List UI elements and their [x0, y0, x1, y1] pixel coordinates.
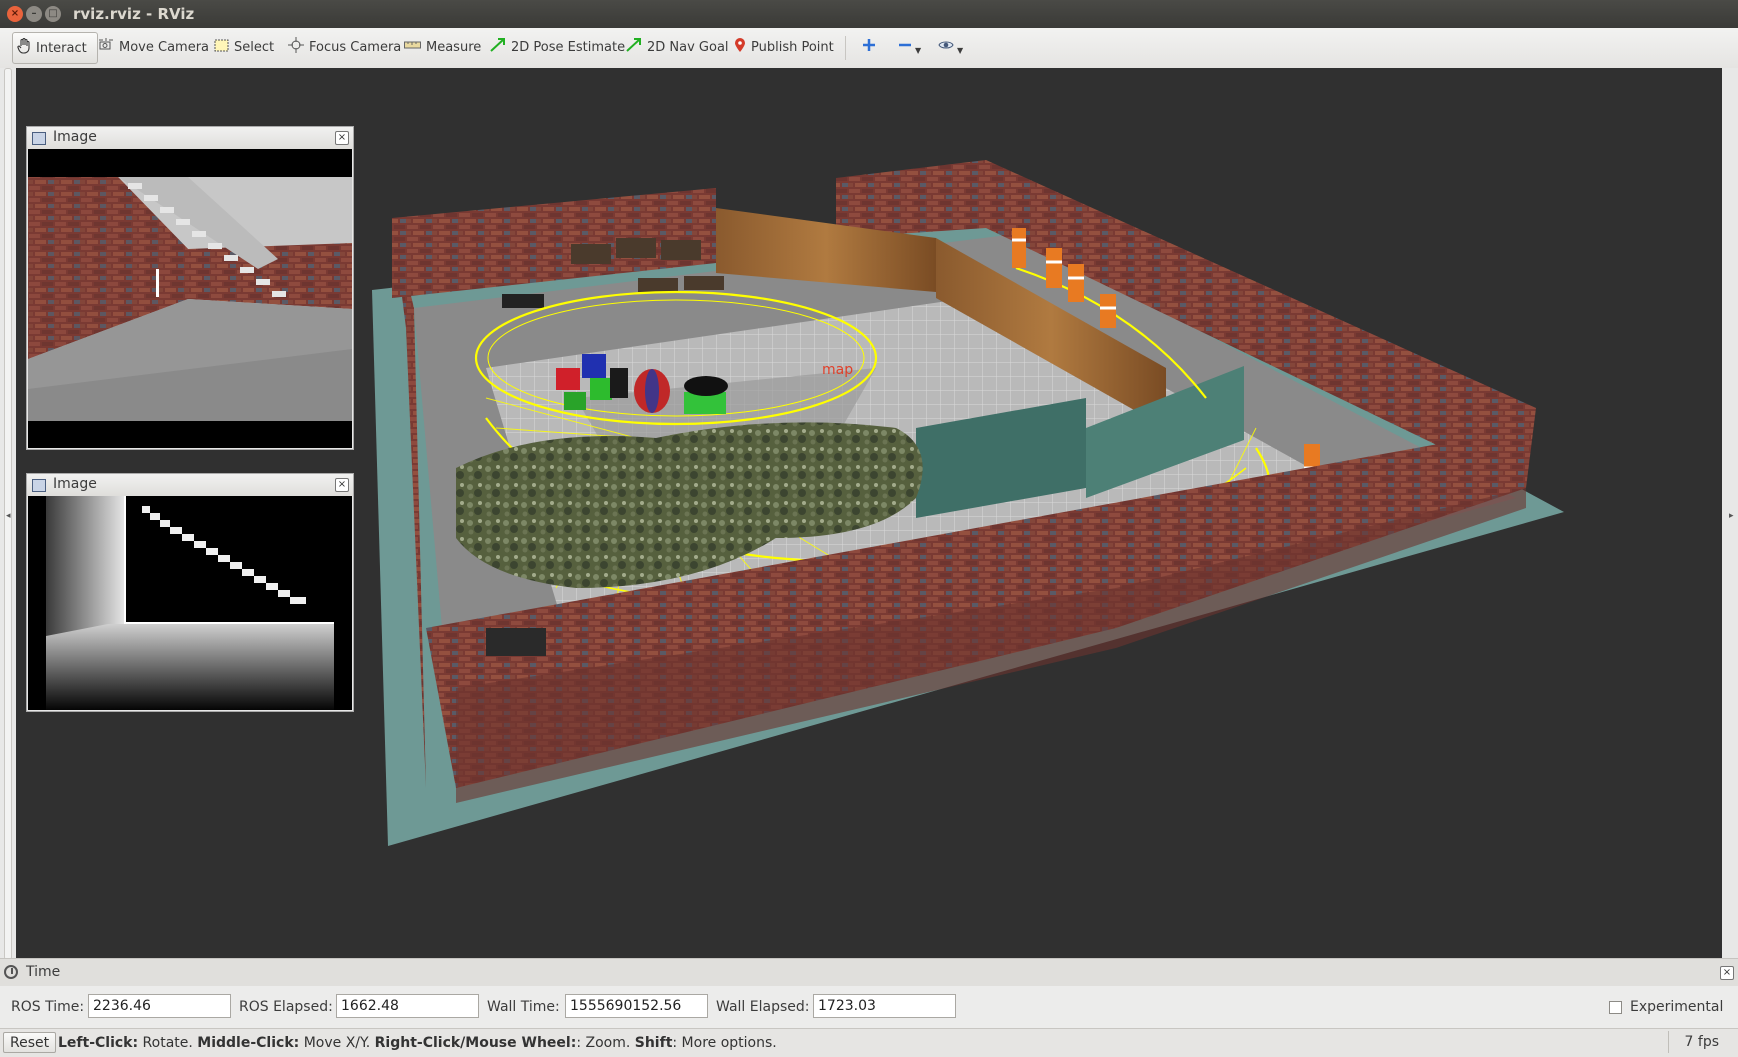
wall-elapsed-label: Wall Elapsed: — [716, 999, 810, 1015]
ros-elapsed-field[interactable] — [336, 994, 479, 1018]
move-camera-icon — [98, 38, 114, 56]
interact-label: Interact — [36, 40, 87, 56]
experimental-checkbox[interactable] — [1609, 1001, 1622, 1014]
status-bar: Reset Left-Click: Rotate. Middle-Click: … — [0, 1028, 1738, 1057]
image-panel-titlebar[interactable]: Image × — [27, 127, 353, 149]
2d-pose-estimate-label: 2D Pose Estimate — [511, 39, 626, 55]
green-arrow-icon — [490, 38, 506, 56]
minus-icon — [898, 38, 912, 56]
map-pin-icon — [734, 37, 746, 57]
dark-vent — [486, 628, 546, 656]
3d-render-viewport[interactable]: map Image × Image × — [16, 68, 1722, 958]
measure-tool-button[interactable]: Measure — [404, 34, 481, 60]
ruler-icon — [404, 40, 421, 54]
publish-point-label: Publish Point — [751, 39, 834, 55]
image-panel-title: Image — [53, 129, 97, 145]
remove-tool-button[interactable]: ▼ — [898, 34, 921, 60]
time-panel-header: Time × — [0, 958, 1738, 987]
left-dock-splitter[interactable]: ◂ — [0, 68, 16, 960]
green-robot — [684, 376, 728, 414]
move-camera-tool-button[interactable]: Move Camera — [98, 34, 209, 60]
rgb-camera-view — [28, 149, 352, 448]
chevron-down-icon: ▼ — [915, 45, 922, 55]
ros-time-label: ROS Time: — [11, 999, 85, 1015]
publish-point-tool-button[interactable]: Publish Point — [734, 34, 834, 60]
mouse-hint-text: Left-Click: Rotate. Middle-Click: Move X… — [58, 1035, 777, 1051]
reset-button[interactable]: Reset — [3, 1032, 57, 1053]
fps-counter: 7 fps — [1668, 1031, 1721, 1053]
plus-icon — [862, 38, 876, 56]
window-title-bar: × – □ rviz.rviz - RViz — [0, 0, 1738, 28]
green-arrow-icon — [626, 38, 642, 56]
ros-elapsed-label: ROS Elapsed: — [239, 999, 333, 1015]
focus-crosshair-icon — [288, 37, 304, 57]
close-panel-icon[interactable]: × — [335, 478, 349, 492]
2d-pose-estimate-tool-button[interactable]: 2D Pose Estimate — [490, 34, 625, 60]
select-label: Select — [234, 39, 275, 55]
toolbar-separator — [845, 36, 846, 60]
interact-tool-button[interactable]: Interact — [12, 32, 98, 64]
clock-icon — [4, 965, 18, 979]
close-time-panel-icon[interactable]: × — [1720, 966, 1734, 980]
image-icon — [32, 479, 46, 492]
ros-time-field[interactable] — [88, 994, 231, 1018]
close-window-button[interactable]: × — [7, 6, 23, 22]
measure-label: Measure — [426, 39, 482, 55]
time-panel-title: Time — [26, 964, 61, 980]
tools-toolbar: Interact Move Camera Select Focus Camera… — [0, 28, 1738, 69]
map-frame-label: map — [822, 362, 853, 378]
time-panel-fields: ROS Time: ROS Elapsed: Wall Time: Wall E… — [0, 986, 1738, 1028]
move-camera-label: Move Camera — [119, 39, 210, 55]
hand-pointer-icon — [17, 37, 31, 58]
brick-wall-back-center — [836, 160, 986, 238]
depth-camera-view — [28, 496, 352, 710]
2d-nav-goal-tool-button[interactable]: 2D Nav Goal — [626, 34, 729, 60]
image-panel-depth[interactable]: Image × — [26, 473, 354, 712]
image-icon — [32, 132, 46, 145]
close-panel-icon[interactable]: × — [335, 131, 349, 145]
expand-left-arrow-icon[interactable]: ◂ — [6, 511, 11, 521]
focus-camera-label: Focus Camera — [309, 39, 402, 55]
right-dock-splitter[interactable]: ▸ — [1722, 68, 1738, 958]
focus-camera-tool-button[interactable]: Focus Camera — [288, 34, 401, 60]
wall-elapsed-field[interactable] — [813, 994, 956, 1018]
maximize-window-button[interactable]: □ — [45, 6, 61, 22]
2d-nav-goal-label: 2D Nav Goal — [647, 39, 729, 55]
image-panel-titlebar[interactable]: Image × — [27, 474, 353, 496]
eye-icon — [938, 39, 954, 55]
chevron-down-icon: ▼ — [957, 45, 964, 55]
view-options-button[interactable]: ▼ — [938, 34, 963, 60]
select-tool-button[interactable]: Select — [214, 34, 274, 60]
minimize-window-button[interactable]: – — [26, 6, 42, 22]
wall-time-field[interactable] — [565, 994, 708, 1018]
expand-right-arrow-icon[interactable]: ▸ — [1729, 511, 1734, 521]
window-title: rviz.rviz - RViz — [73, 5, 195, 23]
experimental-label: Experimental — [1630, 999, 1724, 1015]
image-panel-title: Image — [53, 476, 97, 492]
select-box-icon — [214, 39, 229, 56]
image-panel-rgb[interactable]: Image × — [26, 126, 354, 450]
add-tool-button[interactable] — [862, 34, 881, 60]
wall-time-label: Wall Time: — [487, 999, 560, 1015]
